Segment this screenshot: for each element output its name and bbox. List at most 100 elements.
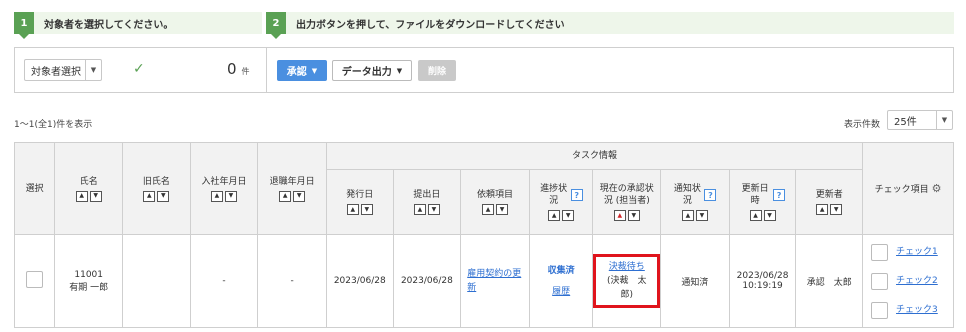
sort-desc-icon[interactable]: ▼ (496, 204, 509, 215)
sort-desc-icon[interactable]: ▼ (763, 210, 776, 221)
header-request-item: 依頼項目 ▲ ▼ (460, 169, 530, 235)
request-item-link[interactable]: 雇用契約の更新 (467, 269, 521, 293)
sort-desc-icon[interactable]: ▼ (224, 190, 237, 202)
approval-highlight: 決裁待ち (決裁 太郎) (593, 254, 661, 308)
sort-controls: ▲ ▼ (749, 210, 776, 221)
header-leave-date: 退職年月日 ▲ ▼ (257, 142, 327, 235)
sort-desc-icon[interactable]: ▼ (157, 190, 170, 202)
result-range-text: 1～1(全1)件を表示 (14, 120, 93, 130)
sort-controls: ▲ ▼ (548, 210, 575, 221)
employee-name: 有期 一郎 (69, 282, 109, 293)
progress-status: 収集済 (547, 266, 575, 276)
sort-controls: ▲ ▼ (143, 190, 170, 202)
check-item-checkbox[interactable] (871, 301, 889, 319)
approval-status-cell: 決裁待ち (決裁 太郎) (592, 234, 662, 328)
approve-button[interactable]: 承認 ▼ (277, 60, 327, 81)
chevron-down-icon: ▼ (311, 66, 318, 75)
check-item-checkbox[interactable] (871, 243, 889, 261)
approval-status-link[interactable]: 決裁待ち (609, 262, 645, 272)
header-select: 選択 (13, 142, 56, 235)
approve-label: 承認 (286, 67, 307, 78)
sort-desc-icon[interactable]: ▼ (562, 210, 575, 221)
old-name-cell (122, 234, 191, 328)
check-item-link[interactable]: チェック3 (896, 303, 938, 317)
help-icon[interactable]: ? (704, 189, 717, 201)
help-icon[interactable]: ? (773, 189, 786, 201)
history-link[interactable]: 履歴 (552, 287, 570, 297)
gear-icon[interactable]: ⚙ (932, 182, 942, 195)
progress-cell: 収集済 履歴 (528, 234, 594, 328)
sort-desc-icon[interactable]: ▼ (830, 204, 843, 215)
sort-asc-icon[interactable]: ▲ (346, 204, 359, 215)
sort-controls: ▲ ▼ (816, 204, 843, 215)
request-item-cell: 雇用契約の更新 (460, 234, 530, 328)
sort-desc-icon[interactable]: ▼ (427, 204, 440, 215)
employee-task-table: 選択 氏名 ▲ ▼ 旧氏名 ▲ ▼ 入社年月日 ▲ ▼ 退職年月日 ▲ ▼ タスク情報 … (13, 142, 954, 328)
sort-asc-icon[interactable]: ▲ (613, 210, 626, 221)
help-icon[interactable]: ? (570, 189, 583, 201)
data-export-button[interactable]: データ出力 ▼ (332, 60, 412, 81)
selected-count-unit: 件 (241, 67, 250, 76)
check-item: チェック2 (871, 267, 953, 296)
check-item: チェック1 (871, 238, 953, 267)
row-select-cell (13, 234, 56, 328)
per-page-label: 表示件数 (844, 120, 881, 130)
sort-controls: ▲ ▼ (279, 190, 306, 202)
updated-time: 10:19:19 (742, 281, 783, 291)
step-2-text: 出力ボタンを押して、ファイルをダウンロードしてください (296, 19, 565, 31)
header-approval-status: 現在の承認状況 (担当者) ▲ ▼ (592, 169, 662, 235)
selected-count-value: 0 (227, 60, 237, 78)
header-old-name: 旧氏名 ▲ ▼ (122, 142, 191, 235)
sort-asc-icon[interactable]: ▲ (210, 190, 223, 202)
sort-asc-icon[interactable]: ▲ (143, 190, 156, 202)
selected-count: 0 件 (227, 60, 250, 78)
data-export-label: データ出力 (341, 67, 392, 78)
sort-asc-icon[interactable]: ▲ (75, 190, 88, 202)
step-1-number: 1 (14, 12, 34, 39)
sort-controls: ▲ ▼ (413, 204, 440, 215)
sort-asc-icon[interactable]: ▲ (279, 190, 292, 202)
header-progress: 進捗状況? ▲ ▼ (528, 169, 594, 235)
issue-date-cell: 2023/06/28 (325, 234, 394, 328)
approval-person: (決裁 太郎) (607, 276, 647, 300)
sort-controls: ▲ ▼ (681, 210, 708, 221)
per-page-value: 25件 (894, 116, 917, 128)
header-updater: 更新者 ▲ ▼ (795, 169, 864, 235)
sort-controls: ▲ ▼ (75, 190, 102, 202)
sort-asc-icon[interactable]: ▲ (413, 204, 426, 215)
delete-button[interactable]: 削除 (418, 60, 456, 81)
sort-asc-icon[interactable]: ▲ (482, 204, 495, 215)
header-check-items: チェック項目 ⚙ (862, 142, 954, 235)
sort-desc-icon[interactable]: ▼ (627, 210, 640, 221)
sort-asc-icon[interactable]: ▲ (681, 210, 694, 221)
sort-asc-icon[interactable]: ▲ (548, 210, 561, 221)
sort-asc-icon[interactable]: ▲ (816, 204, 829, 215)
action-toolbar: 対象者選択 ▼ ✓ 0 件 承認 ▼ データ出力 ▼ 削除 (14, 47, 954, 93)
sort-controls: ▲ ▼ (346, 204, 373, 215)
header-updated-at: 更新日時? ▲ ▼ (728, 169, 797, 235)
check-items-cell: チェック1 チェック2 チェック3 (862, 234, 954, 328)
leave-date-cell: - (257, 234, 327, 328)
check-item-link[interactable]: チェック1 (896, 245, 938, 259)
chevron-down-icon[interactable]: ▼ (85, 60, 101, 80)
updated-date: 2023/06/28 (736, 271, 789, 281)
header-task-info-group: タスク情報 (325, 142, 864, 170)
step-1: 1 対象者を選択してください。 (14, 12, 262, 39)
sort-asc-icon[interactable]: ▲ (749, 210, 762, 221)
updater-cell: 承認 太郎 (795, 234, 864, 328)
chevron-down-icon[interactable]: ▼ (936, 111, 952, 129)
row-select-checkbox[interactable] (26, 271, 44, 288)
target-select-button[interactable]: 対象者選択 ▼ (24, 59, 102, 81)
check-icon: ✓ (133, 61, 145, 77)
per-page-select[interactable]: 25件 ▼ (887, 110, 953, 130)
step-2: 2 出力ボタンを押して、ファイルをダウンロードしてください (266, 12, 954, 39)
sort-desc-icon[interactable]: ▼ (293, 190, 306, 202)
check-item-link[interactable]: チェック2 (896, 274, 938, 288)
sort-desc-icon[interactable]: ▼ (89, 190, 102, 202)
sort-controls: ▲ ▼ (613, 210, 640, 221)
chevron-down-icon: ▼ (396, 66, 403, 75)
header-name: 氏名 ▲ ▼ (54, 142, 124, 235)
sort-desc-icon[interactable]: ▼ (360, 204, 373, 215)
sort-desc-icon[interactable]: ▼ (695, 210, 708, 221)
check-item-checkbox[interactable] (871, 272, 889, 290)
